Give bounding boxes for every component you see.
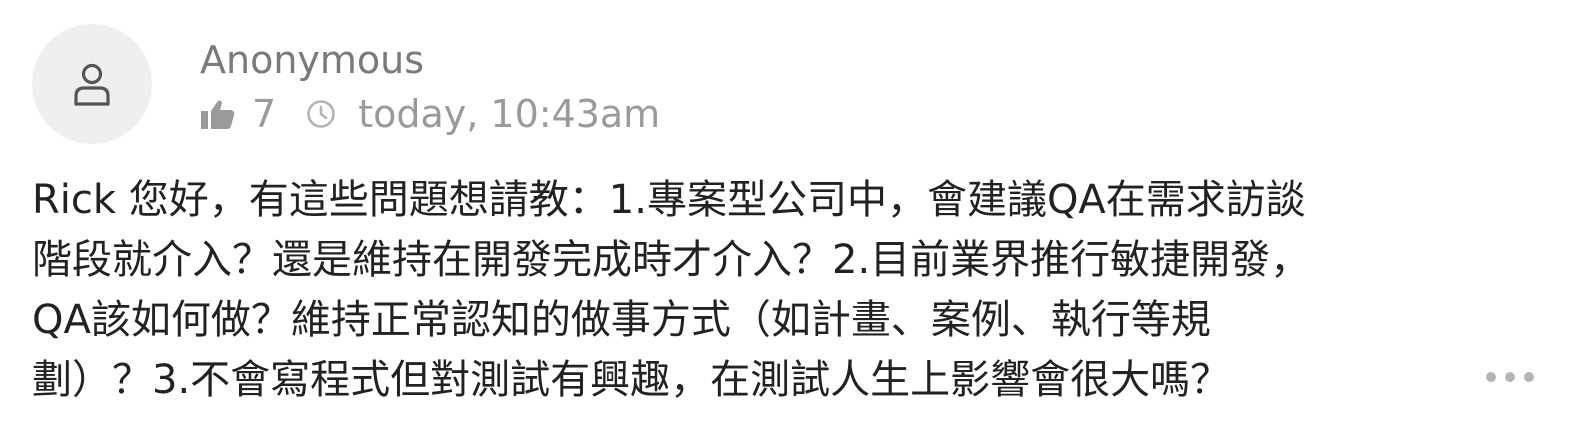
author-name: Anonymous	[200, 38, 425, 82]
comment-body-line: QA該如何做？維持正常認知的做事方式（如計畫、案例、執行等規	[32, 297, 1211, 343]
avatar[interactable]	[32, 24, 152, 144]
user-icon	[70, 60, 114, 108]
timestamp: today, 10:43am	[358, 92, 661, 136]
thumbs-up-icon[interactable]	[200, 98, 236, 130]
more-horizontal-icon	[1524, 372, 1534, 382]
comment-body-line: 階段就介入？還是維持在開發完成時才介入？2.目前業界推行敏捷開發，	[32, 237, 1311, 283]
like-count: 7	[252, 92, 277, 136]
more-options-button[interactable]	[1486, 364, 1534, 390]
comment-body-line: Rick 您好，有這些問題想請教：1.專案型公司中，會建議QA在需求訪談	[32, 177, 1306, 223]
clock-icon	[306, 99, 336, 129]
more-horizontal-icon	[1505, 372, 1515, 382]
comment-body: Rick 您好，有這些問題想請教：1.專案型公司中，會建議QA在需求訪談 階段就介…	[32, 170, 1462, 410]
more-horizontal-icon	[1486, 372, 1496, 382]
comment-body-line: 劃）？3.不會寫程式但對測試有興趣，在測試人生上影響會很大嗎？	[32, 357, 1231, 403]
comment-card: Anonymous 7 today, 10:43am Rick 您好，有這些問題…	[0, 0, 1572, 434]
comment-meta: 7 today, 10:43am	[200, 90, 660, 138]
